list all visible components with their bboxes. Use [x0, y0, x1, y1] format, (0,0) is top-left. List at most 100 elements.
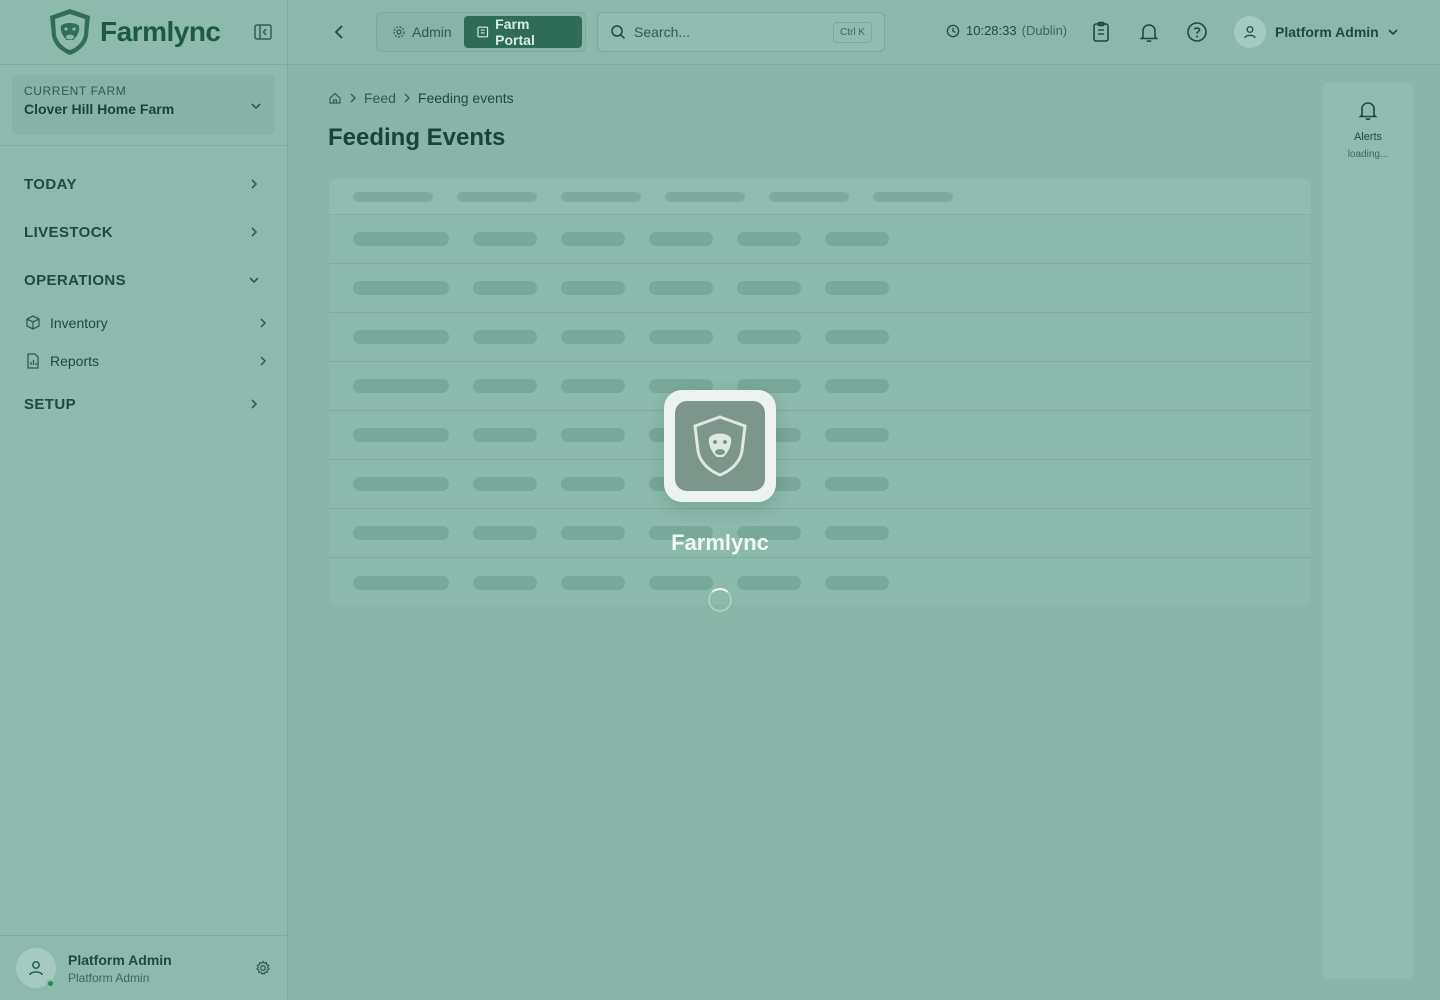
sidebar-item-label: Reports: [50, 353, 100, 369]
skeleton-row: [329, 215, 1311, 264]
search-placeholder: Search...: [634, 24, 691, 40]
report-icon: [27, 353, 39, 369]
skeleton-bar: [353, 477, 449, 491]
skeleton-bar: [561, 330, 625, 344]
mode-farm-portal-button[interactable]: Farm Portal: [463, 16, 582, 48]
skeleton-bar: [353, 330, 449, 344]
clock-timezone: (Dublin): [1021, 23, 1068, 38]
breadcrumb-feed-link[interactable]: Feed: [364, 90, 396, 106]
search-icon: [611, 25, 626, 40]
online-status-dot: [46, 979, 55, 988]
brand: Farmlync: [0, 0, 287, 65]
skeleton-bar: [649, 232, 713, 246]
sidebar-item-reports[interactable]: Reports: [0, 342, 287, 380]
sidebar-nav: TODAY LIVESTOCK OPERATIONS Inventory Rep…: [0, 146, 287, 428]
clock: 10:28:33 (Dublin): [946, 23, 1067, 38]
search-input[interactable]: Search... Ctrl K: [597, 12, 885, 52]
farm-selector[interactable]: CURRENT FARM Clover Hill Home Farm: [12, 75, 275, 135]
skeleton-bar: [825, 575, 889, 590]
skeleton-bar: [473, 428, 537, 442]
skeleton-bar: [353, 575, 449, 590]
clock-time: 10:28:33: [966, 23, 1017, 38]
chevron-right-icon: [251, 399, 258, 409]
mode-admin-label: Admin: [412, 24, 452, 40]
skeleton-row: [329, 362, 1311, 411]
farm-selector-label: CURRENT FARM: [24, 84, 127, 98]
building-icon: [477, 26, 488, 38]
skeleton-bar: [665, 191, 745, 202]
skeleton-bar: [561, 191, 641, 202]
mode-admin-button[interactable]: Admin: [380, 16, 464, 48]
loading-splash-card: [664, 390, 776, 502]
skeleton-bar: [353, 379, 449, 393]
skeleton-row: [329, 509, 1311, 558]
alerts-bell-icon[interactable]: [1356, 98, 1380, 122]
chevron-right-icon: [260, 356, 267, 366]
skeleton-bar: [649, 281, 713, 295]
breadcrumb: Feed Feeding events: [328, 90, 514, 106]
clipboard-tasks-icon[interactable]: [1089, 20, 1113, 44]
skeleton-bar: [737, 575, 801, 590]
notifications-bell-icon[interactable]: [1137, 20, 1161, 44]
skeleton-row: [329, 558, 1311, 605]
chevron-down-icon: [1388, 29, 1398, 36]
sidebar-section-today[interactable]: TODAY: [0, 160, 287, 208]
skeleton-bar: [737, 281, 801, 295]
skeleton-bar: [473, 379, 537, 393]
skeleton-bar: [473, 575, 537, 590]
skeleton-bar: [353, 281, 449, 295]
skeleton-bar: [561, 526, 625, 540]
skeleton-bar: [737, 330, 801, 344]
farmlync-logo-icon: [50, 9, 90, 55]
account-menu[interactable]: Platform Admin: [1234, 16, 1399, 48]
skeleton-bar: [353, 526, 449, 540]
loading-brand-name: Farmlync: [671, 530, 769, 555]
skeleton-bar: [769, 191, 849, 202]
user-icon: [29, 961, 43, 976]
back-arrow-icon[interactable]: [330, 22, 348, 42]
settings-gear-icon[interactable]: [255, 960, 271, 976]
alerts-title: Alerts: [1353, 131, 1383, 143]
sidebar-section-livestock[interactable]: LIVESTOCK: [0, 208, 287, 256]
breadcrumb-separator-icon: [404, 93, 410, 103]
chevron-right-icon: [251, 179, 258, 189]
feeding-events-table-skeleton: [328, 178, 1312, 606]
breadcrumb-separator-icon: [350, 93, 356, 103]
alerts-rail: Alerts loading...: [1321, 81, 1415, 980]
skeleton-bar: [353, 191, 433, 202]
avatar[interactable]: [16, 948, 56, 988]
skeleton-bar: [873, 191, 953, 202]
chevron-down-icon: [251, 103, 261, 110]
skeleton-row: [329, 411, 1311, 460]
help-icon[interactable]: [1185, 20, 1209, 44]
user-name: Platform Admin: [68, 951, 172, 968]
chevron-down-icon: [249, 277, 259, 284]
skeleton-bar: [561, 575, 625, 590]
skeleton-bar: [473, 526, 537, 540]
gear-icon: [393, 26, 405, 38]
collapse-sidebar-icon[interactable]: [253, 22, 273, 42]
chevron-right-icon: [260, 318, 267, 328]
skeleton-bar: [473, 477, 537, 491]
user-footer: Platform Admin Platform Admin: [0, 935, 287, 1000]
top-bar: Admin Farm Portal Search... Ctrl K 10:28…: [288, 0, 1440, 65]
skeleton-bar: [457, 191, 537, 202]
sidebar-item-inventory[interactable]: Inventory: [0, 304, 287, 342]
clock-icon: [946, 24, 960, 37]
skeleton-bar: [649, 575, 713, 590]
section-label: OPERATIONS: [24, 271, 127, 289]
skeleton-bar: [353, 232, 449, 246]
sidebar-section-setup[interactable]: SETUP: [0, 380, 287, 428]
skeleton-bar: [561, 232, 625, 246]
table-header-skeleton: [329, 179, 1311, 215]
home-icon[interactable]: [328, 91, 342, 105]
skeleton-bar: [473, 232, 537, 246]
loading-spinner: [708, 588, 732, 612]
mode-switch: Admin Farm Portal: [376, 12, 586, 52]
sidebar-section-operations[interactable]: OPERATIONS: [0, 256, 287, 304]
skeleton-row: [329, 460, 1311, 509]
skeleton-bar: [825, 379, 889, 393]
farm-selector-value: Clover Hill Home Farm: [24, 101, 175, 117]
brand-name: Farmlync: [100, 16, 221, 47]
skeleton-bar: [825, 232, 889, 246]
